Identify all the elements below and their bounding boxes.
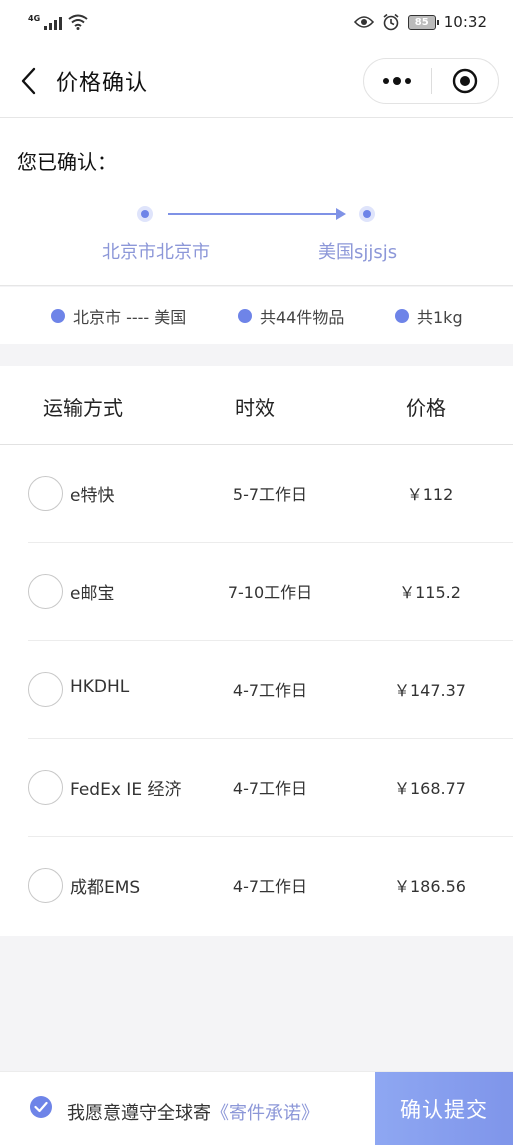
table-row[interactable]: FedEx IE 经济 4-7工作日 ￥168.77 [0,739,513,837]
miniapp-capsule [363,58,499,104]
origin-dot-icon [137,206,153,222]
summary-items-text: 共44件物品 [260,307,345,327]
target-icon [452,68,477,94]
signal-icon [44,14,63,30]
shipment-summary: 北京市 ---- 美国 共44件物品 共1kg [0,287,513,344]
method-name: HKDHL [70,677,130,697]
page-title: 价格确认 [56,70,149,96]
delivery-time: 7-10工作日 [227,583,313,602]
check-icon [34,1101,48,1113]
radio-button[interactable] [28,770,63,805]
close-miniapp-button[interactable] [432,59,499,103]
table-row[interactable]: HKDHL 4-7工作日 ￥147.37 [0,641,513,739]
route-card: 您已确认： 北京市北京市 美国sjjsjs [0,118,513,286]
method-name: e邮宝 [70,584,115,604]
summary-route: 北京市 ---- 美国 [51,304,186,328]
bullet-icon [238,308,252,323]
status-right: 85 10:32 [353,13,487,31]
route-line [168,213,340,215]
price: ￥168.77 [394,779,466,798]
bullet-icon [51,308,65,323]
method-name: e特快 [70,486,115,506]
destination-dot-icon [359,206,375,222]
bullet-icon [395,308,409,323]
origin-city: 北京市北京市 [102,242,210,263]
status-bar: 4G 85 10:32 [0,0,513,44]
summary-weight: 共1kg [395,304,463,328]
radio-button[interactable] [28,476,63,511]
destination-city: 美国sjjsjs [318,242,398,263]
delivery-time: 4-7工作日 [232,681,308,700]
agree-checkbox[interactable] [30,1096,52,1118]
summary-route-text: 北京市 ---- 美国 [73,307,187,327]
price: ￥115.2 [399,583,461,602]
table-row[interactable]: e特快 5-7工作日 ￥112 [0,445,513,543]
delivery-time: 5-7工作日 [232,485,308,504]
more-button[interactable] [364,59,431,103]
method-name: FedEx IE 经济 [70,780,182,800]
shipping-options-table: 运输方式 时效 价格 e特快 5-7工作日 ￥112 e邮宝 7-10工作日 ￥… [0,366,513,936]
status-left: 4G [28,14,88,30]
header-time: 时效 [235,396,275,420]
table-row[interactable]: e邮宝 7-10工作日 ￥115.2 [0,543,513,641]
summary-weight-text: 共1kg [417,307,463,327]
table-row[interactable]: 成都EMS 4-7工作日 ￥186.56 [0,837,513,935]
header-method: 运输方式 [43,396,123,420]
network-type: 4G [28,14,41,23]
price: ￥147.37 [394,681,466,700]
table-header: 运输方式 时效 价格 [0,366,513,445]
eye-icon [353,16,374,28]
submit-button[interactable]: 确认提交 [375,1072,513,1145]
wifi-icon [68,14,88,30]
delivery-time: 4-7工作日 [232,779,308,798]
radio-button[interactable] [28,672,63,707]
battery-icon: 85 [407,14,439,30]
radio-button[interactable] [28,574,63,609]
bottom-bar: 我愿意遵守全球寄《寄件承诺》 确认提交 [0,1071,513,1145]
route-arrow-icon [336,208,346,220]
clock-time: 10:32 [443,13,487,31]
confirmed-label: 您已确认： [17,150,117,174]
price: ￥186.56 [394,877,466,896]
nav-bar: 价格确认 [0,44,513,118]
delivery-time: 4-7工作日 [232,877,308,896]
summary-items: 共44件物品 [238,304,344,328]
alarm-icon [383,13,399,31]
agree-prefix: 我愿意遵守全球寄 [67,1103,211,1124]
header-price: 价格 [406,396,446,420]
commitment-link[interactable]: 《寄件承诺》 [211,1103,319,1124]
radio-button[interactable] [28,868,63,903]
price-confirm-page: 4G 85 10:32 价格确认 您已确认： 北京市北京市 美国sjjsjs 北… [0,0,513,1145]
chevron-left-icon [21,67,36,94]
price: ￥112 [406,485,454,504]
method-name: 成都EMS [70,878,141,898]
back-button[interactable] [0,44,56,118]
agree-text: 我愿意遵守全球寄《寄件承诺》 [67,1099,319,1125]
more-dots-icon [383,77,412,85]
